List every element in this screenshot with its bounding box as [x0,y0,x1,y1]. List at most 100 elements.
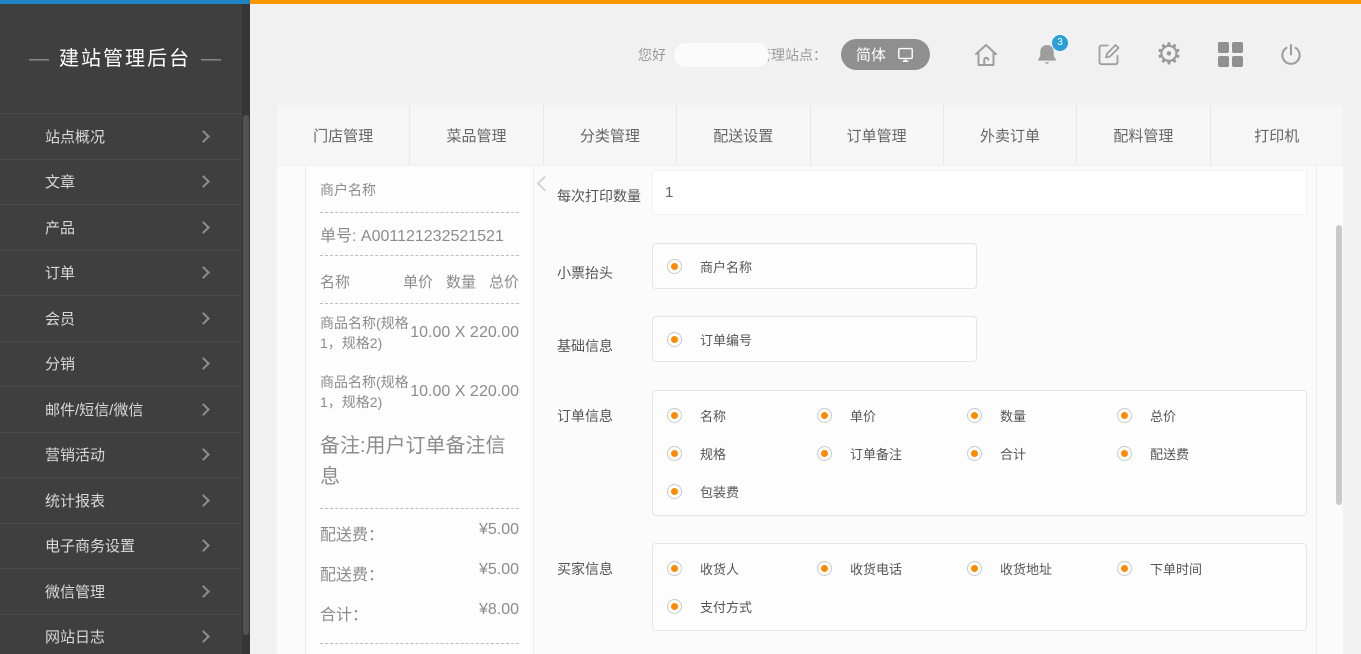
radio-option[interactable]: 名称 [667,406,817,425]
option-row: 订单编号 [653,320,976,358]
sidebar-scrollbar[interactable] [243,115,249,635]
logout-button[interactable] [1273,37,1309,73]
receipt-header-options-box: 商户名称 [652,243,977,289]
radio-option[interactable]: 合计 [967,444,1117,463]
tab[interactable]: 菜品管理 [409,105,542,165]
sidebar-item-label: 会员 [45,308,75,329]
content-scrollbar[interactable] [1336,225,1342,505]
chevron-right-icon [197,630,210,643]
radio-icon [667,484,682,499]
radio-option-label: 单价 [850,406,876,425]
radio-option[interactable]: 支付方式 [667,597,817,616]
radio-option-label: 名称 [700,406,726,425]
radio-icon [1117,408,1132,423]
radio-option[interactable]: 配送费 [1117,444,1267,463]
sidebar-item[interactable]: 电子商务设置 [0,523,242,569]
tab-label: 订单管理 [847,125,907,146]
radio-option[interactable]: 收货地址 [967,559,1117,578]
radio-icon [667,408,682,423]
receipt-note: 备注:用户订单备注信息 [320,421,519,509]
sidebar-item[interactable]: 邮件/短信/微信 [0,386,242,432]
content-divider [1316,166,1317,654]
receipt-fee-label: 配送费： [320,521,384,545]
edit-icon [1095,41,1122,68]
print-count-input[interactable] [652,170,1307,215]
radio-option-label: 订单编号 [700,330,752,349]
chevron-right-icon [197,130,210,143]
radio-option-label: 下单时间 [1150,559,1202,578]
tab[interactable]: 配送设置 [676,105,809,165]
sidebar-item[interactable]: 产品 [0,204,242,250]
sidebar-nav: 站点概况 文章 产品 订单 会员 分销 邮件/短信/微信 营销活 [0,113,242,654]
apps-button[interactable] [1212,37,1248,73]
sidebar-item[interactable]: 会员 [0,295,242,341]
chevron-right-icon [197,221,210,234]
receipt-fees: 配送费： ¥5.00 配送费： ¥5.00 合计： ¥8.00 [320,509,519,644]
sidebar-item[interactable]: 站点概况 [0,113,242,159]
chevron-right-icon [197,539,210,552]
radio-option-label: 收货电话 [850,559,902,578]
tab[interactable]: 配料管理 [1076,105,1209,165]
radio-option[interactable]: 收货电话 [817,559,967,578]
radio-option[interactable]: 数量 [967,406,1117,425]
radio-option[interactable]: 订单备注 [817,444,967,463]
tab[interactable]: 门店管理 [277,105,409,165]
chevron-right-icon [197,312,210,325]
option-row: 规格 订单备注 合计 配送费 [653,434,1306,472]
radio-option-label: 收货人 [700,559,739,578]
tab[interactable]: 打印机 [1210,105,1343,165]
receipt-col-qty: 数量 [446,271,476,292]
radio-option[interactable]: 下单时间 [1117,559,1267,578]
home-button[interactable] [968,37,1004,73]
radio-option[interactable]: 包装费 [667,482,817,501]
radio-icon [967,446,982,461]
language-pill-button[interactable]: 简体 [841,39,930,70]
tab-content: 商户名称 单号: A001121232521521 名称 单价 数量 总价 商品… [277,166,1343,654]
radio-icon [817,446,832,461]
receipt-fee-value: ¥8.00 [479,601,519,625]
tab[interactable]: 外卖订单 [943,105,1076,165]
radio-option[interactable]: 总价 [1117,406,1267,425]
tab-label: 外卖订单 [980,125,1040,146]
option-row: 收货人 收货电话 收货地址 下单时间 [653,549,1306,587]
edit-button[interactable] [1090,37,1126,73]
chevron-right-icon [197,494,210,507]
radio-icon [1117,446,1132,461]
sidebar-item[interactable]: 营销活动 [0,432,242,478]
radio-icon [967,561,982,576]
sidebar-item[interactable]: 微信管理 [0,568,242,614]
receipt-item-qty: 10.00 X 2 [410,324,479,342]
radio-option[interactable]: 订单编号 [667,330,817,349]
radio-option[interactable]: 单价 [817,406,967,425]
tab-label: 分类管理 [580,125,640,146]
chevron-right-icon [197,585,210,598]
sidebar: —建站管理后台— 站点概况 文章 产品 订单 会员 分销 邮件/短信/微信 [0,0,250,654]
receipt-fee-row: 配送费： ¥5.00 [320,553,519,593]
sidebar-item[interactable]: 文章 [0,159,242,205]
radio-option[interactable]: 规格 [667,444,817,463]
sidebar-item[interactable]: 网站日志 [0,614,242,654]
receipt-item-name: 商品名称(规格1，规格2) [320,372,410,413]
notifications-button[interactable]: 3 [1029,37,1065,73]
sidebar-item[interactable]: 统计报表 [0,477,242,523]
title-dash: — [201,48,221,70]
radio-option[interactable]: 收货人 [667,559,817,578]
sidebar-item[interactable]: 分销 [0,341,242,387]
receipt-item-qty: 10.00 X 2 [410,383,479,401]
tab-label: 配料管理 [1113,125,1173,146]
radio-option[interactable]: 商户名称 [667,257,817,276]
tab-bar: 门店管理菜品管理 分类管理 配送设置 订单管理 外卖订单 配料管理 打印机 [277,105,1343,166]
sidebar-item[interactable]: 订单 [0,250,242,296]
tab[interactable]: 分类管理 [543,105,676,165]
chevron-right-icon [197,266,210,279]
settings-button[interactable]: ⚙ [1151,37,1187,73]
tab[interactable]: 订单管理 [810,105,943,165]
receipt-order-number: 单号: A001121232521521 [320,213,519,256]
radio-option-label: 支付方式 [700,597,752,616]
sidebar-item-label: 订单 [45,262,75,283]
grid-icon [1218,42,1243,67]
tab-label: 配送设置 [713,125,773,146]
radio-icon [667,259,682,274]
chevron-right-icon [197,403,210,416]
sidebar-item-label: 分销 [45,353,75,374]
